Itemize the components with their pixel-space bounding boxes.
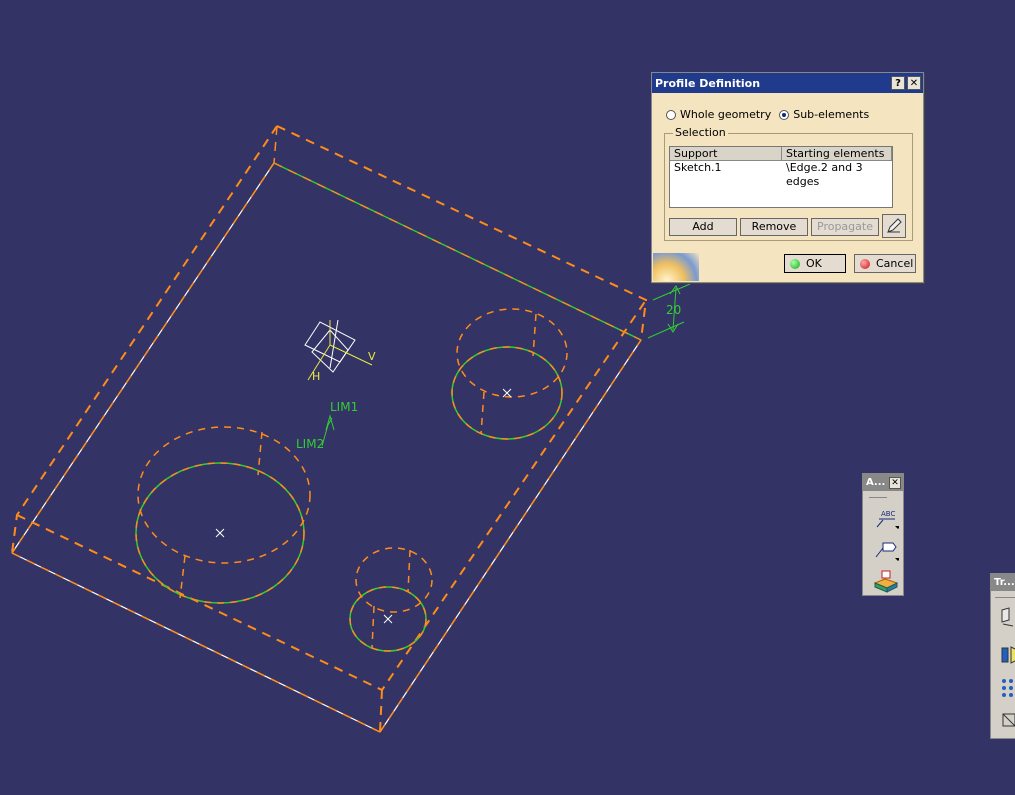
column-header-support[interactable]: Support: [670, 147, 782, 161]
part-top-face-edges: [11, 162, 642, 733]
radio-sub-elements[interactable]: [779, 109, 790, 120]
edit-sketch-button[interactable]: [882, 214, 906, 238]
translate-icon[interactable]: [999, 606, 1015, 628]
cancel-label: Cancel: [876, 257, 914, 270]
radio-whole-geometry[interactable]: [666, 109, 676, 120]
transform-toolbar-title-text: Tr...: [994, 577, 1015, 588]
symmetry-icon[interactable]: [999, 644, 1015, 666]
selection-table[interactable]: Support Starting elements Sketch.1 \Edge…: [669, 146, 893, 208]
annotation-toolbar: A... ✕ ABC: [862, 473, 904, 596]
dialog-title: Profile Definition: [655, 76, 761, 90]
flag-note-icon[interactable]: [873, 539, 901, 561]
annotation-plane-icon[interactable]: [873, 569, 899, 593]
axis-label-v: V: [368, 350, 376, 363]
transform-toolbar: Tr...: [990, 573, 1015, 739]
hole-small[interactable]: [349, 547, 433, 652]
remove-button[interactable]: Remove: [740, 218, 808, 236]
cell-starting-elements: \Edge.2 and 3 edges: [786, 161, 863, 188]
profile-definition-dialog: Profile Definition ? ✕ Whole geometry Su…: [651, 72, 924, 283]
cancel-button[interactable]: Cancel: [854, 254, 916, 273]
help-button[interactable]: ?: [891, 76, 905, 90]
selected-edge[interactable]: [273, 162, 642, 341]
propagate-button[interactable]: Propagate: [811, 218, 879, 236]
selection-group-label: Selection: [673, 126, 728, 139]
table-header: Support Starting elements: [670, 147, 892, 161]
pencil-icon: [887, 218, 902, 233]
radio-whole-geometry-label[interactable]: Whole geometry: [680, 108, 771, 121]
close-icon[interactable]: ✕: [907, 76, 921, 90]
add-button[interactable]: Add: [669, 218, 737, 236]
abc-text: ABC: [881, 510, 895, 518]
selection-group: Selection Support Starting elements Sket…: [664, 126, 913, 241]
ok-label: OK: [806, 257, 822, 270]
limit-label-lim2[interactable]: LIM2: [296, 437, 324, 451]
selection-buttons: Add Remove Propagate: [669, 214, 909, 238]
toolbar-grip[interactable]: [995, 597, 1015, 598]
ok-button[interactable]: OK: [784, 254, 846, 273]
annotation-toolbar-title-text: A...: [866, 477, 886, 488]
dialog-titlebar[interactable]: Profile Definition ? ✕: [652, 73, 923, 93]
limit-label-lim1[interactable]: LIM1: [330, 400, 358, 414]
close-icon[interactable]: ✕: [889, 476, 901, 489]
hole-large[interactable]: [135, 426, 311, 604]
pattern-icon[interactable]: [999, 676, 1015, 698]
transform-toolbar-title[interactable]: Tr...: [991, 574, 1015, 591]
axis-label-h: H: [312, 370, 320, 383]
dimension-value[interactable]: 20: [666, 303, 681, 317]
hole-upper-right[interactable]: [451, 308, 568, 440]
column-header-starting-elements[interactable]: Starting elements: [782, 147, 892, 161]
toolbar-grip[interactable]: [869, 497, 887, 498]
cancel-red-icon: [860, 258, 870, 269]
mode-radio-group: Whole geometry Sub-elements: [666, 108, 877, 121]
table-row[interactable]: Sketch.1 \Edge.2 and 3 edges: [670, 161, 892, 189]
catia-logo-image: [653, 253, 699, 281]
limit-leader: [321, 417, 333, 447]
ok-green-icon: [790, 258, 800, 269]
part-dashed-outline: [11, 125, 648, 733]
scale-icon[interactable]: [999, 710, 1015, 732]
cell-support: Sketch.1: [674, 161, 722, 174]
annotation-toolbar-title[interactable]: A... ✕: [863, 474, 903, 491]
radio-sub-elements-label[interactable]: Sub-elements: [793, 108, 869, 121]
text-with-leader-icon[interactable]: ABC: [873, 507, 901, 529]
